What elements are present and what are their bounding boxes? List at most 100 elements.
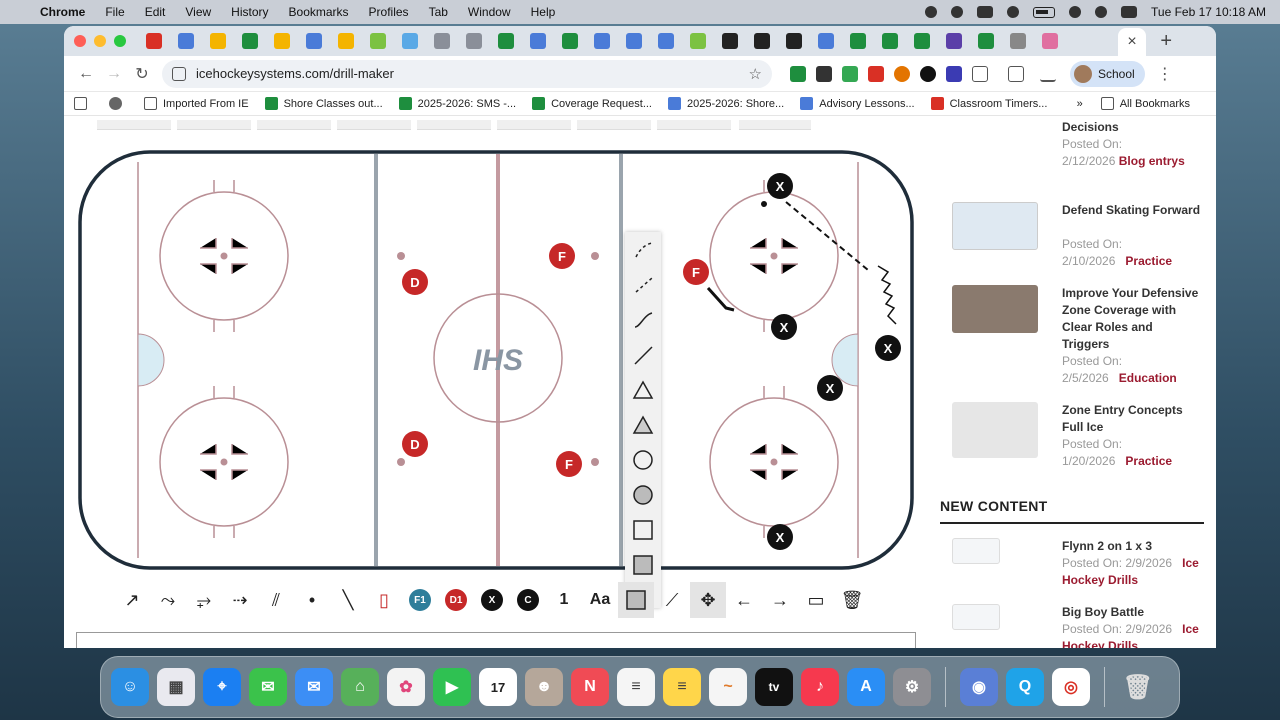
post-thumbnail[interactable] [952, 285, 1038, 333]
puck-tool-icon[interactable]: • [294, 582, 330, 618]
post-category[interactable]: Practice [1125, 254, 1172, 268]
minimize-window-button[interactable] [94, 35, 106, 47]
post-category[interactable]: Practice [1125, 454, 1172, 468]
opponent-marker[interactable]: X [771, 314, 797, 340]
wavy-arrow-tool-icon[interactable]: ⤳ [150, 582, 186, 618]
site-info-icon[interactable] [172, 66, 186, 81]
extensions-puzzle-icon[interactable] [972, 65, 988, 82]
bookmark-star-icon[interactable]: ☆ [749, 65, 762, 83]
address-url[interactable]: icehockeysystems.com/drill-maker [196, 66, 394, 81]
menu-app-name[interactable]: Chrome [40, 5, 85, 19]
undo-arrow-icon[interactable]: ← [726, 582, 762, 618]
tab-docs-2[interactable] [306, 33, 322, 49]
tab-drive-2[interactable] [498, 33, 514, 49]
more-bookmarks-chevron-icon[interactable]: » [1077, 98, 1083, 110]
option-tab[interactable] [257, 120, 331, 130]
facetime-icon[interactable]: ▶ [433, 668, 471, 706]
drill-thumbnail[interactable] [952, 538, 1000, 564]
post-title[interactable]: Improve Your Defensive Zone Coverage wit… [1062, 285, 1202, 353]
option-tab[interactable] [497, 120, 571, 130]
tab-slides[interactable] [210, 33, 226, 49]
extension-icon-2[interactable] [842, 65, 858, 82]
extension-icon-3[interactable] [868, 65, 884, 82]
coach-tool[interactable]: C [510, 582, 546, 618]
active-tab-close-icon[interactable]: × [1118, 28, 1146, 56]
tab-site-4[interactable] [1042, 33, 1058, 49]
menubar-datetime[interactable]: Tue Feb 17 10:18 AM [1151, 5, 1266, 19]
tab-docs-5[interactable] [626, 33, 642, 49]
menu-window[interactable]: Window [468, 5, 511, 19]
tab-site-3[interactable] [690, 33, 706, 49]
tab-drive[interactable] [242, 33, 258, 49]
number-tool[interactable]: 1 [546, 582, 582, 618]
dashed-curve-tool[interactable] [625, 232, 661, 267]
drill-thumbnail[interactable] [952, 604, 1000, 630]
menu-extra-icon[interactable] [977, 6, 994, 18]
tab-drive-3[interactable] [850, 33, 866, 49]
extension-icon[interactable] [816, 65, 832, 82]
trash-icon[interactable]: 🗑 [834, 582, 870, 618]
option-tab[interactable] [177, 120, 251, 130]
profile-button[interactable]: School [1070, 60, 1145, 87]
menu-tab[interactable]: Tab [429, 5, 448, 19]
tab-amazon[interactable] [722, 33, 738, 49]
photos-icon[interactable]: ✿ [387, 668, 425, 706]
news-icon[interactable]: N [571, 668, 609, 706]
notes-icon[interactable]: ≡ [663, 668, 701, 706]
chrome-menu-icon[interactable]: ⋮ [1157, 64, 1173, 84]
opponent-marker[interactable]: X [767, 173, 793, 199]
backward-skate-tool-icon[interactable]: ⥅ [186, 582, 222, 618]
music-icon[interactable]: ♪ [801, 668, 839, 706]
messages-icon[interactable]: ✉ [249, 668, 287, 706]
f1-player-tool[interactable]: F1 [402, 582, 438, 618]
text-tool[interactable]: Aa [582, 582, 618, 618]
brush-tool-icon[interactable]: ⟋ [654, 582, 690, 618]
move-tool-icon[interactable]: ✥ [690, 582, 726, 618]
post-category[interactable]: Blog entrys [1119, 154, 1185, 168]
bookmark-item[interactable]: Advisory Lessons... [800, 97, 915, 110]
x-player-tool[interactable]: X [474, 582, 510, 618]
bookmark-item[interactable]: Shore Classes out... [264, 97, 383, 110]
address-bar[interactable]: icehockeysystems.com/drill-maker ☆ [162, 59, 772, 88]
new-content-title[interactable]: Big Boy Battle [1062, 604, 1202, 621]
skate-arrow-tool-icon[interactable]: ↗ [114, 582, 150, 618]
circle-outline-tool[interactable] [625, 442, 661, 477]
contacts-icon[interactable]: ☻ [525, 668, 563, 706]
status-icon[interactable] [951, 6, 964, 18]
d1-player-tool[interactable]: D1 [438, 582, 474, 618]
square-hatched-tool[interactable] [625, 547, 661, 582]
forward-arrow-icon[interactable]: → [100, 65, 128, 83]
option-tab[interactable] [657, 120, 731, 130]
clipboard-icon[interactable]: ▭ [798, 582, 834, 618]
square-outline-tool[interactable] [625, 512, 661, 547]
battery-icon[interactable] [1033, 6, 1056, 18]
freeform-icon[interactable]: ~ [709, 668, 747, 706]
tab-docs-3[interactable] [530, 33, 546, 49]
post-category[interactable]: Education [1119, 371, 1177, 385]
menu-file[interactable]: File [105, 5, 124, 19]
trash-icon[interactable]: 🗑 [1119, 668, 1157, 706]
bookmark-item[interactable]: 2025-2026: Shore... [667, 97, 784, 110]
clipboard-thumbnail-icon[interactable] [952, 402, 1038, 458]
post-thumbnail[interactable] [952, 202, 1038, 250]
tab-classroom[interactable] [370, 33, 386, 49]
zoom-window-button[interactable] [114, 35, 126, 47]
menu-help[interactable]: Help [531, 5, 556, 19]
tab-amazon-3[interactable] [786, 33, 802, 49]
wifi-icon[interactable] [1069, 6, 1082, 18]
player-marker[interactable]: D [402, 431, 428, 457]
option-tab[interactable] [739, 120, 811, 130]
new-tab-button[interactable]: + [1160, 30, 1172, 53]
bookmark-item[interactable]: 2025-2026: SMS -... [398, 97, 516, 110]
maps-icon[interactable]: ⌂ [341, 668, 379, 706]
reload-icon[interactable]: ↻ [128, 64, 156, 84]
menu-view[interactable]: View [185, 5, 211, 19]
extension-icon-4[interactable] [894, 65, 910, 82]
menu-history[interactable]: History [231, 5, 268, 19]
tab-docs-4[interactable] [594, 33, 610, 49]
drill-description-box[interactable] [76, 632, 916, 648]
spotlight-search-icon[interactable] [1095, 6, 1108, 18]
opponent-marker[interactable]: X [817, 375, 843, 401]
stick-tool-icon[interactable]: ╲ [330, 582, 366, 618]
record-icon[interactable] [925, 6, 938, 18]
